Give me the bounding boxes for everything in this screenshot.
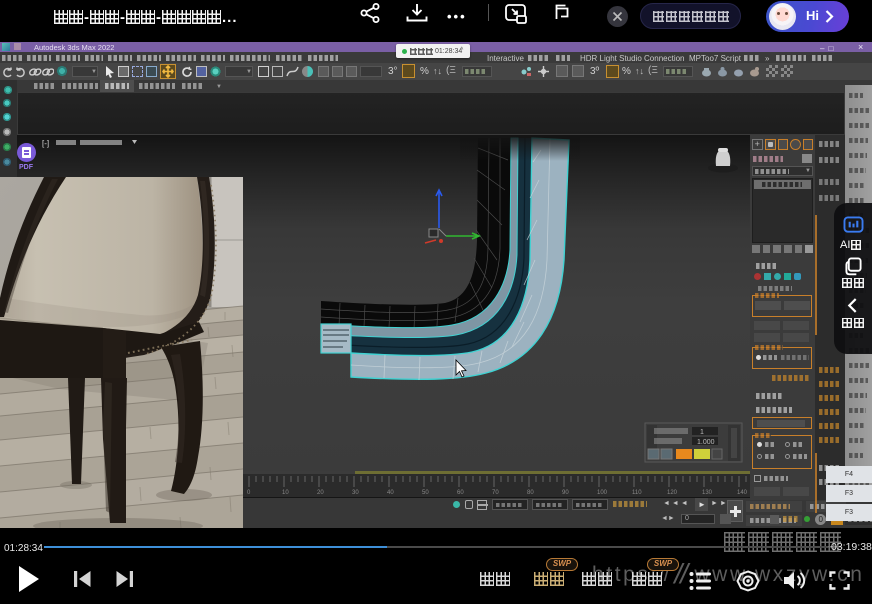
svg-text:30: 30 (352, 490, 359, 496)
svg-text:10: 10 (282, 490, 289, 496)
svg-text:120: 120 (667, 490, 678, 496)
svg-text:60: 60 (457, 490, 464, 496)
svg-text:130: 130 (702, 490, 713, 496)
svg-text:20: 20 (317, 490, 324, 496)
svg-text:90: 90 (562, 490, 569, 496)
svg-text:100: 100 (597, 490, 608, 496)
svg-text:1: 1 (700, 429, 704, 436)
svg-text:80: 80 (527, 490, 534, 496)
svg-text:[-]: [-] (42, 139, 49, 148)
svg-text:40: 40 (387, 490, 394, 496)
svg-text:1.000: 1.000 (697, 439, 715, 446)
svg-text:140: 140 (737, 490, 748, 496)
svg-text:70: 70 (492, 490, 499, 496)
svg-text:110: 110 (632, 490, 642, 496)
svg-text:0: 0 (247, 490, 251, 496)
svg-text:50: 50 (422, 490, 429, 496)
